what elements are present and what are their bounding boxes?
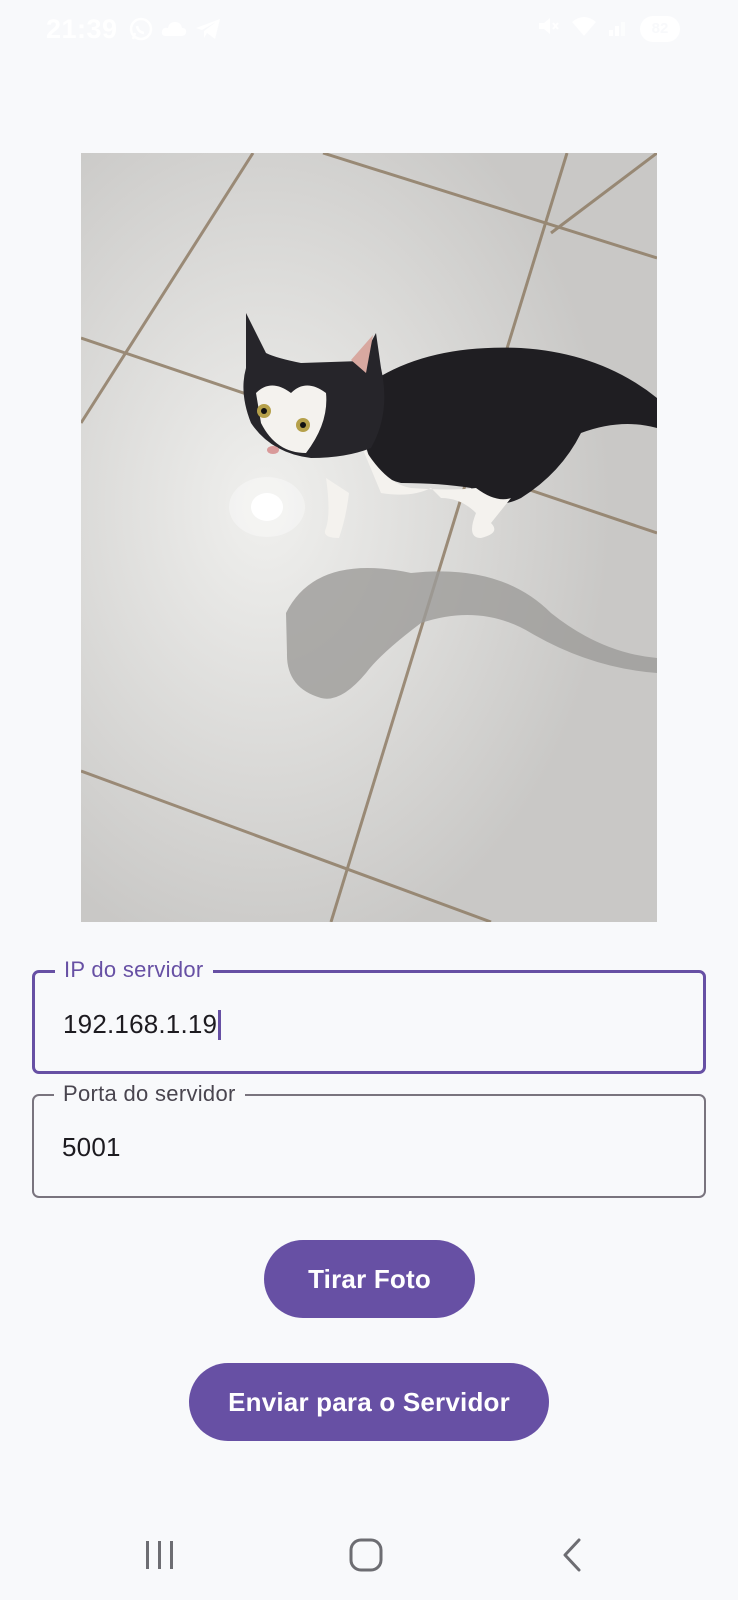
- notification-icons: [128, 16, 222, 47]
- home-button[interactable]: [336, 1530, 396, 1580]
- port-field[interactable]: Porta do servidor 5001: [32, 1081, 706, 1198]
- recent-apps-button[interactable]: [130, 1530, 190, 1580]
- take-photo-button[interactable]: Tirar Foto: [264, 1240, 475, 1318]
- mute-icon: [536, 14, 560, 43]
- recent-apps-icon: [146, 1541, 173, 1569]
- photo-preview: [81, 153, 657, 922]
- battery-icon: 82: [640, 15, 680, 42]
- port-field-label: Porta do servidor: [54, 1081, 245, 1107]
- send-to-server-button[interactable]: Enviar para o Servidor: [189, 1363, 549, 1441]
- navigation-bar: [0, 1510, 738, 1600]
- port-input[interactable]: 5001: [62, 1132, 121, 1163]
- status-time: 21:39: [46, 14, 118, 44]
- back-icon: [563, 1538, 581, 1572]
- status-bar: 21:39 82: [0, 0, 738, 60]
- system-icons: 82: [536, 14, 680, 43]
- ip-input[interactable]: 192.168.1.19: [63, 1009, 217, 1040]
- ip-field-value-wrap[interactable]: 192.168.1.19: [63, 1009, 222, 1040]
- app-screen: 21:39 82 IP do servidor 192.168.1.19 Por…: [0, 0, 738, 1600]
- text-cursor: [218, 1009, 222, 1040]
- signal-icon: [608, 14, 630, 43]
- ip-field[interactable]: IP do servidor 192.168.1.19: [32, 957, 706, 1074]
- home-icon: [349, 1538, 383, 1572]
- wifi-icon: [570, 14, 598, 43]
- photo-icon: [81, 153, 657, 922]
- port-field-value-wrap[interactable]: 5001: [62, 1132, 121, 1163]
- ip-field-label: IP do servidor: [55, 957, 213, 983]
- telegram-icon: [194, 17, 222, 46]
- cloud-icon: [160, 18, 188, 45]
- whatsapp-icon: [128, 16, 154, 47]
- back-button[interactable]: [542, 1530, 602, 1580]
